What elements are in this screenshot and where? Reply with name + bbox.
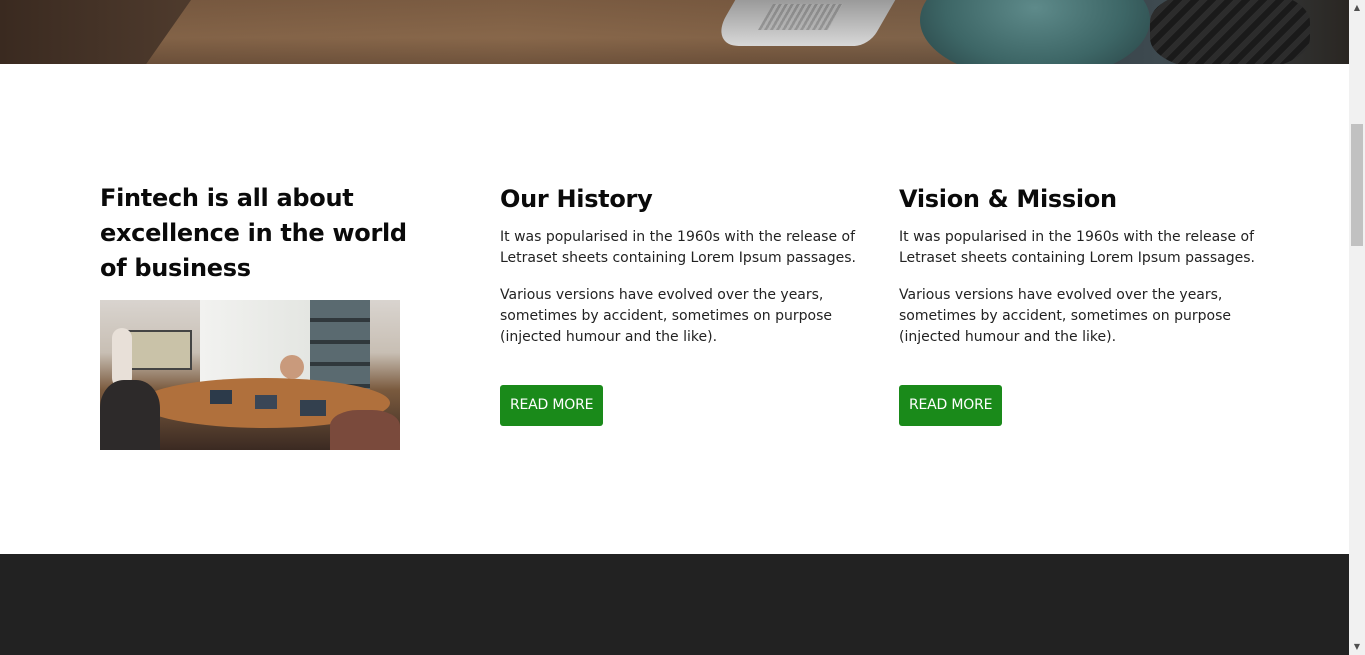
history-paragraph-1: It was popularised in the 1960s with the… [500, 229, 856, 266]
hero-chair-shape [1150, 0, 1310, 64]
history-paragraph-2: Various versions have evolved over the y… [500, 287, 832, 345]
vision-column: Vision & Mission It was popularised in t… [899, 184, 1259, 426]
hero-laptop-shape [708, 0, 896, 46]
vision-paragraph-2: Various versions have evolved over the y… [899, 287, 1231, 345]
scroll-up-arrow-icon[interactable]: ▲ [1349, 0, 1365, 16]
vision-paragraph-1: It was popularised in the 1960s with the… [899, 229, 1255, 266]
scroll-down-arrow-icon[interactable]: ▼ [1349, 639, 1365, 655]
meeting-photo [100, 300, 400, 450]
intro-column: Fintech is all about excellence in the w… [100, 181, 440, 450]
history-heading: Our History [500, 185, 653, 213]
history-column: Our History It was popularised in the 19… [500, 184, 860, 426]
vision-heading: Vision & Mission [899, 185, 1117, 213]
vertical-scrollbar[interactable]: ▲ ▼ [1349, 0, 1365, 655]
scrollbar-thumb[interactable] [1351, 124, 1363, 246]
hero-image [0, 0, 1349, 64]
hero-person-shape [920, 0, 1150, 64]
vision-read-more-button[interactable]: READ MORE [899, 385, 1003, 426]
dark-footer-section [0, 554, 1349, 655]
history-read-more-button[interactable]: READ MORE [500, 385, 604, 426]
about-section: Fintech is all about excellence in the w… [0, 64, 1349, 554]
intro-heading: Fintech is all about excellence in the w… [100, 184, 407, 282]
